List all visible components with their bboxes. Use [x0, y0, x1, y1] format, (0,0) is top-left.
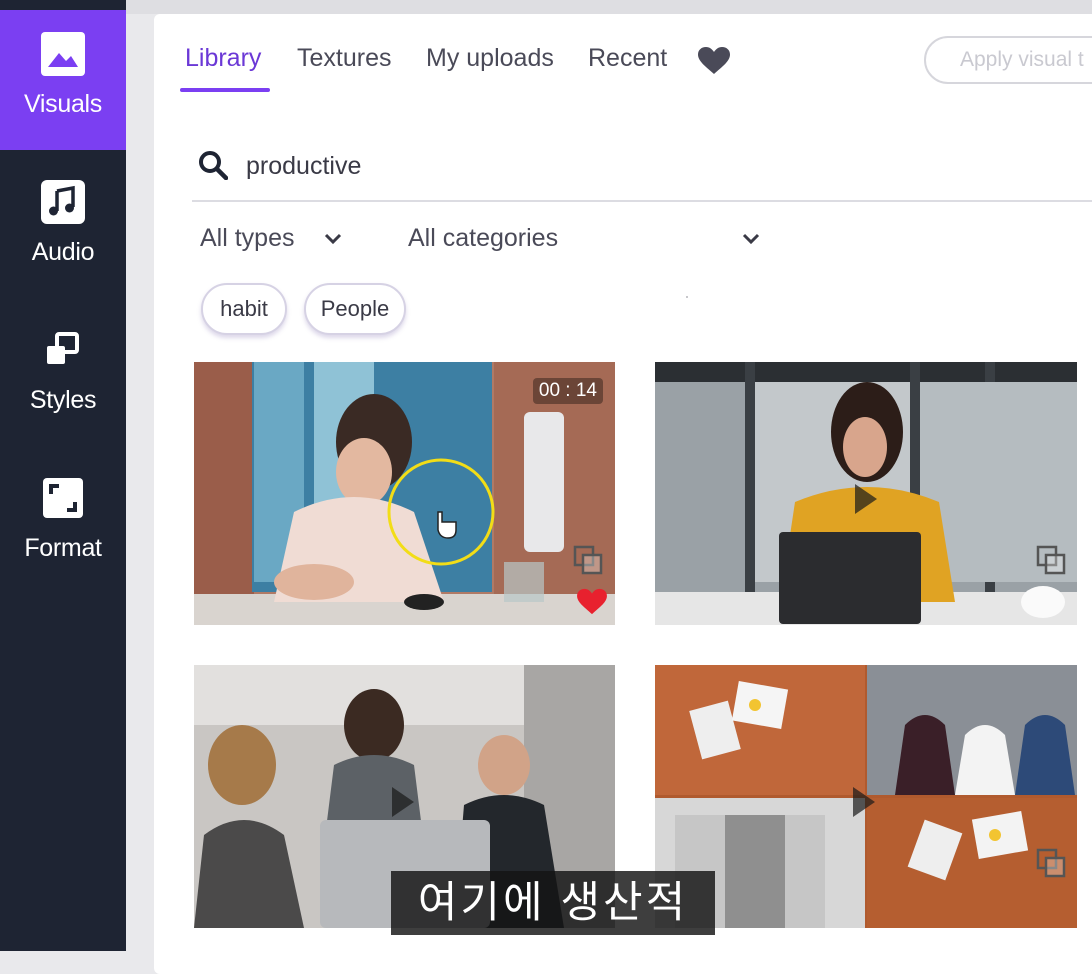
decorative-dot — [686, 296, 688, 298]
copy-icon[interactable] — [1035, 847, 1067, 879]
chevron-down-icon — [325, 233, 342, 244]
music-note-icon — [40, 178, 86, 226]
result-tile-1[interactable]: 00 : 14 — [194, 362, 615, 625]
image-icon — [40, 30, 86, 78]
sidebar-item-visuals[interactable]: Visuals — [0, 10, 126, 150]
top-strip — [126, 0, 1092, 14]
copy-icon[interactable] — [572, 544, 604, 576]
sidebar-item-format[interactable]: Format — [0, 454, 126, 594]
chevron-down-icon — [743, 233, 760, 244]
search-underline — [192, 200, 1092, 202]
tab-my-uploads[interactable]: My uploads — [426, 44, 554, 73]
sidebar-item-label: Styles — [29, 386, 97, 414]
copy-icon[interactable] — [1035, 544, 1067, 576]
video-duration: 00 : 14 — [532, 378, 603, 404]
category-filter-label: All categories — [408, 224, 559, 252]
tab-library[interactable]: Library — [185, 44, 261, 73]
search-icon — [198, 150, 229, 185]
type-filter-label: All types — [200, 224, 295, 252]
sidebar-item-label: Visuals — [23, 90, 103, 118]
tab-favorites[interactable] — [697, 46, 731, 81]
sidebar-item-label: Audio — [31, 238, 95, 266]
search-input[interactable] — [246, 146, 1066, 186]
sidebar-item-styles[interactable]: Styles — [0, 306, 126, 446]
category-filter-dropdown[interactable]: All categories — [408, 224, 760, 253]
video-thumbnail — [655, 665, 1077, 928]
active-tab-indicator — [180, 88, 270, 92]
chip-people[interactable]: People — [304, 283, 406, 335]
video-thumbnail — [655, 362, 1077, 625]
heart-icon — [698, 47, 730, 74]
sidebar-item-label: Format — [24, 534, 102, 562]
format-icon — [41, 474, 85, 522]
type-filter-dropdown[interactable]: All types — [200, 224, 342, 253]
heart-icon[interactable] — [576, 588, 608, 616]
sidebar: Visuals Audio Styles Format — [0, 0, 126, 951]
tab-textures[interactable]: Textures — [297, 44, 391, 73]
sidebar-item-audio[interactable]: Audio — [0, 158, 126, 298]
result-tile-2[interactable] — [655, 362, 1077, 625]
apply-visual-button[interactable]: Apply visual t — [924, 36, 1092, 84]
styles-icon — [43, 326, 83, 374]
result-tile-4[interactable] — [655, 665, 1077, 928]
video-subtitle-caption: 여기에 생산적 — [391, 871, 715, 935]
tab-recent[interactable]: Recent — [588, 44, 667, 73]
chip-habit[interactable]: habit — [201, 283, 287, 335]
